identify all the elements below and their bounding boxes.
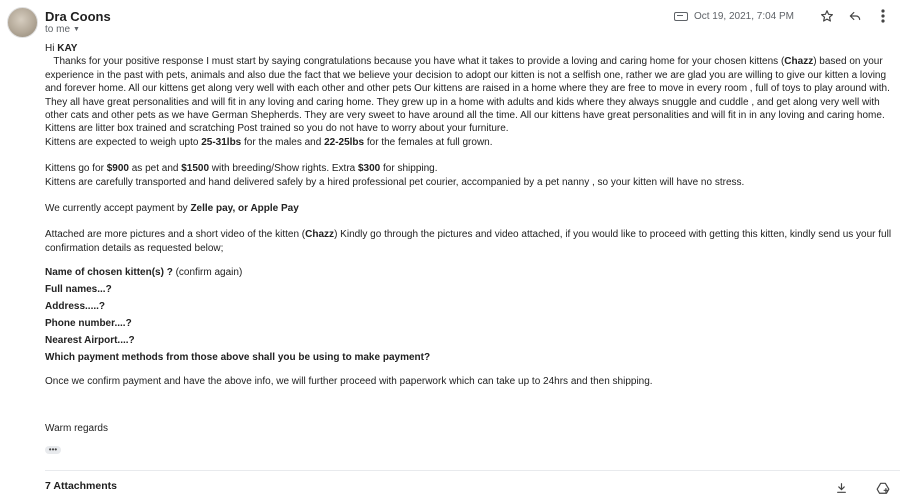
greeting-name: KAY — [57, 43, 78, 54]
question-address: Address.....? — [45, 301, 106, 313]
sender-avatar[interactable] — [7, 7, 38, 38]
question-payment-method: Which payment methods from those above s… — [45, 352, 431, 364]
reply-icon[interactable] — [846, 7, 864, 25]
paragraph-payment: We currently accept payment by Zelle pay… — [45, 203, 299, 215]
signoff: Warm regards — [45, 422, 108, 434]
show-trimmed-content-button[interactable]: ••• — [45, 446, 61, 454]
attachments-divider — [45, 470, 900, 471]
paragraph-transport: Kittens are carefully transported and ha… — [45, 176, 745, 188]
star-icon[interactable] — [818, 7, 836, 25]
question-kitten-name: Name of chosen kitten(s) ? (confirm agai… — [45, 267, 243, 279]
sender-name[interactable]: Dra Coons — [45, 9, 111, 24]
download-icon[interactable] — [832, 479, 850, 497]
paragraph-attached: Attached are more pictures and a short v… — [45, 229, 892, 254]
chevron-down-icon: ▼ — [73, 26, 80, 33]
message-date: Oct 19, 2021, 7:04 PM — [693, 10, 794, 22]
question-airport: Nearest Airport....? — [45, 335, 135, 347]
paragraph-intro: Thanks for your positive response I must… — [45, 56, 890, 135]
recipient-details-toggle[interactable]: to me ▼ — [45, 24, 80, 35]
paragraph-price: Kittens go for $900 as pet and $1500 wit… — [45, 163, 438, 175]
greeting: Hi KAY — [45, 43, 78, 54]
label-icon[interactable] — [673, 11, 688, 21]
recipient-label: to me — [45, 24, 71, 35]
question-full-names: Full names...? — [45, 284, 112, 296]
attachments-count: 7 Attachments — [45, 480, 117, 492]
question-phone: Phone number....? — [45, 318, 132, 330]
paragraph-closing: Once we confirm payment and have the abo… — [45, 376, 653, 388]
more-vert-icon[interactable] — [874, 7, 892, 25]
message-body: Hi KAY Thanks for your positive response… — [45, 42, 897, 435]
message-meta: Oct 19, 2021, 7:04 PM — [673, 7, 892, 25]
attachments-actions — [822, 479, 892, 497]
paragraph-weight: Kittens are expected to weigh upto 25-31… — [45, 136, 493, 148]
add-to-drive-icon[interactable] — [874, 479, 892, 497]
